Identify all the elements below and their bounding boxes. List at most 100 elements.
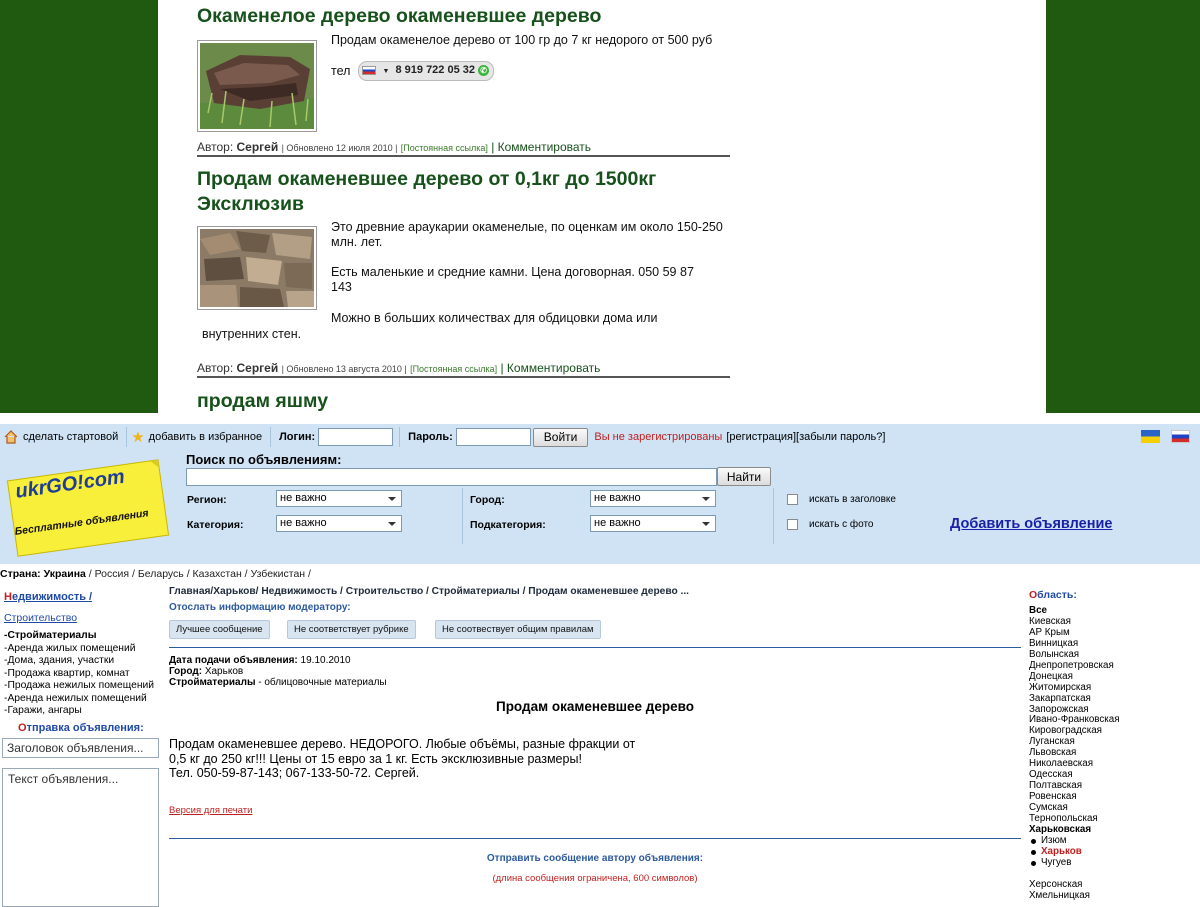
ad-category: - облицовочные материалы (258, 677, 387, 688)
message-limit-note: (длина сообщения ограничена, 600 символо… (492, 873, 698, 884)
forgot-password-link[interactable]: [забыли пароль?] (796, 431, 885, 443)
divider (169, 647, 1021, 648)
post-title-line: продам яшму (197, 390, 329, 412)
region-item[interactable]: Закарпатская (1029, 693, 1200, 705)
divider (399, 427, 401, 447)
country-ukraine[interactable]: Украина (44, 568, 86, 580)
search-button[interactable]: Найти (717, 467, 771, 486)
search-with-photo-label: искать с фото (809, 519, 874, 530)
search-in-title-checkbox[interactable] (787, 494, 798, 505)
post-text-line: Это древние араукарии окаменелые, по оце… (331, 220, 723, 234)
region-item[interactable]: Хмельницкая (1029, 890, 1200, 902)
post-title-line: Продам окаменевшее дерево от 0,1кг до 15… (197, 168, 657, 190)
divider (270, 427, 272, 447)
send-ad-header: Отправка объявления: (18, 722, 144, 734)
search-input[interactable] (186, 468, 717, 486)
city-label: Город: (169, 666, 203, 677)
category-real-estate[interactable]: Недвижимость / (4, 591, 92, 603)
phone-prefix: тел (331, 63, 351, 78)
login-button[interactable]: Войти (532, 427, 589, 447)
permalink[interactable]: [Постоянная ссылка] (401, 143, 488, 153)
subcategory-construction[interactable]: Строительство (4, 612, 77, 624)
phone-widget[interactable]: ▼ 8 919 722 05 32 ✆ (358, 61, 495, 81)
post-text-line: Есть маленькие и средние камни. Цена дог… (331, 265, 694, 279)
ad-heading: Продам окаменевшее дерево (495, 699, 695, 714)
city-select[interactable]: не важно (590, 490, 716, 507)
post-title[interactable]: продам яшму (197, 389, 328, 413)
password-input[interactable] (455, 428, 531, 446)
make-homepage-link[interactable]: сделать стартовой (4, 430, 118, 444)
city-item[interactable]: Чугуев (1029, 857, 1200, 869)
region-label: Регион: (187, 494, 227, 506)
russia-flag-icon (362, 65, 377, 75)
permalink[interactable]: [Постоянная ссылка] (410, 364, 497, 374)
ad-body-line: Тел. 050-59-87-143; 067-133-50-72. Серге… (169, 766, 420, 780)
add-ad-link[interactable]: Добавить объявление (950, 516, 1112, 532)
comment-link[interactable]: | Комментировать (500, 361, 600, 375)
sidebar-item[interactable]: -Стройматериалы (4, 630, 154, 643)
search-in-title-label: искать в заголовке (809, 494, 896, 505)
sidebar-item[interactable]: -Продажа нежилых помещений (4, 680, 154, 693)
post-text-line: 143 (331, 280, 352, 294)
sidebar-item[interactable]: -Аренда нежилых помещений (4, 693, 154, 706)
sidebar-item[interactable]: -Продажа квартир, комнат (4, 668, 154, 681)
post-meta: Автор: Сергей | Обновлено 12 июля 2010 |… (197, 140, 730, 157)
sidebar-item[interactable]: -Аренда жилых помещений (4, 643, 154, 656)
add-favorite-link[interactable]: ★ добавить в избранное (131, 428, 262, 446)
ad-body-line: 0,5 кг до 250 кг!!! Цены от 15 евро за 1… (169, 751, 582, 766)
violates-rules-button[interactable]: Не соотвествует общим правилам (435, 620, 601, 639)
not-registered-text: Вы не зарегистрированы (594, 431, 723, 443)
print-version-link[interactable]: Версия для печати (169, 805, 252, 816)
region-item[interactable]: Донецкая (1029, 671, 1200, 683)
post-text: Можно в больших количествах для обдицовк… (331, 311, 658, 325)
blog-page: Окаменелое дерево окаменевшее дерево Про… (158, 0, 1046, 413)
post-thumbnail[interactable] (197, 226, 317, 310)
search-with-photo-checkbox[interactable] (787, 519, 798, 530)
ad-title-input[interactable]: Заголовок объявления... (2, 738, 159, 758)
region-select[interactable]: не важно (276, 490, 402, 507)
petrified-wood-photo (200, 43, 314, 129)
make-homepage-label: сделать стартовой (23, 431, 119, 443)
post-phone-row: тел ▼ 8 919 722 05 32 ✆ (331, 61, 495, 81)
country-kazakhstan[interactable]: Казахстан (193, 568, 242, 580)
author-label: Автор: (197, 140, 234, 154)
breadcrumb[interactable]: Главная/Харьков/ Недвижимость / Строител… (169, 586, 689, 597)
top-toolbar: сделать стартовой ★ добавить в избранное… (0, 424, 1200, 450)
author-name[interactable]: Сергей (237, 140, 279, 154)
post-text: Продам окаменелое дерево от 100 гр до 7 … (331, 33, 713, 47)
best-message-button[interactable]: Лучшее сообщение (169, 620, 270, 639)
region-item[interactable]: Житомирская (1029, 682, 1200, 694)
post-title[interactable]: Окаменелое дерево окаменевшее дерево (197, 4, 601, 29)
country-belarus[interactable]: Беларусь (138, 568, 184, 580)
subcategory-label: Подкатегория: (470, 519, 546, 531)
register-link[interactable]: [регистрация] (726, 431, 796, 443)
post-title-line: Эксклюзив (197, 193, 304, 215)
report-moderator-link[interactable]: Отослать информацию модератору: (169, 602, 351, 613)
author-name[interactable]: Сергей (237, 361, 279, 375)
author-label: Автор: (197, 361, 234, 375)
chevron-down-icon: ▼ (382, 68, 390, 75)
ad-meta: Дата подачи объявления: 19.10.2010 Город… (169, 655, 387, 688)
divider (126, 427, 128, 447)
country-russia[interactable]: Россия (95, 568, 129, 580)
add-favorite-label: добавить в избранное (148, 431, 263, 443)
star-icon: ★ (131, 429, 145, 446)
sidebar-item[interactable]: -Гаражи, ангары (4, 705, 154, 718)
russia-flag-icon[interactable] (1171, 430, 1190, 443)
comment-link[interactable]: | Комментировать (491, 140, 591, 154)
wrong-category-button[interactable]: Не соответствует рубрике (287, 620, 416, 639)
ukraine-flag-icon[interactable] (1141, 430, 1160, 443)
post-text: Это древние араукарии окаменелые, по оце… (331, 220, 723, 250)
ad-text-textarea[interactable]: Текст объявления... (2, 768, 159, 907)
site-logo[interactable]: ukrGO!com Бесплатные объявления (6, 456, 171, 558)
sidebar-item[interactable]: -Дома, здания, участки (4, 655, 154, 668)
subcategory-select[interactable]: не важно (590, 515, 716, 532)
login-input[interactable] (318, 428, 394, 446)
post-thumbnail[interactable] (197, 40, 317, 132)
blog-background: Окаменелое дерево окаменевшее дерево Про… (0, 0, 1200, 413)
category-select[interactable]: не важно (276, 515, 402, 532)
whatsapp-icon[interactable]: ✆ (478, 64, 490, 76)
country-uzbekistan[interactable]: Узбекистан (251, 568, 306, 580)
phone-number: 8 919 722 05 32 (395, 64, 476, 76)
post-title[interactable]: Продам окаменевшее дерево от 0,1кг до 15… (197, 167, 656, 217)
